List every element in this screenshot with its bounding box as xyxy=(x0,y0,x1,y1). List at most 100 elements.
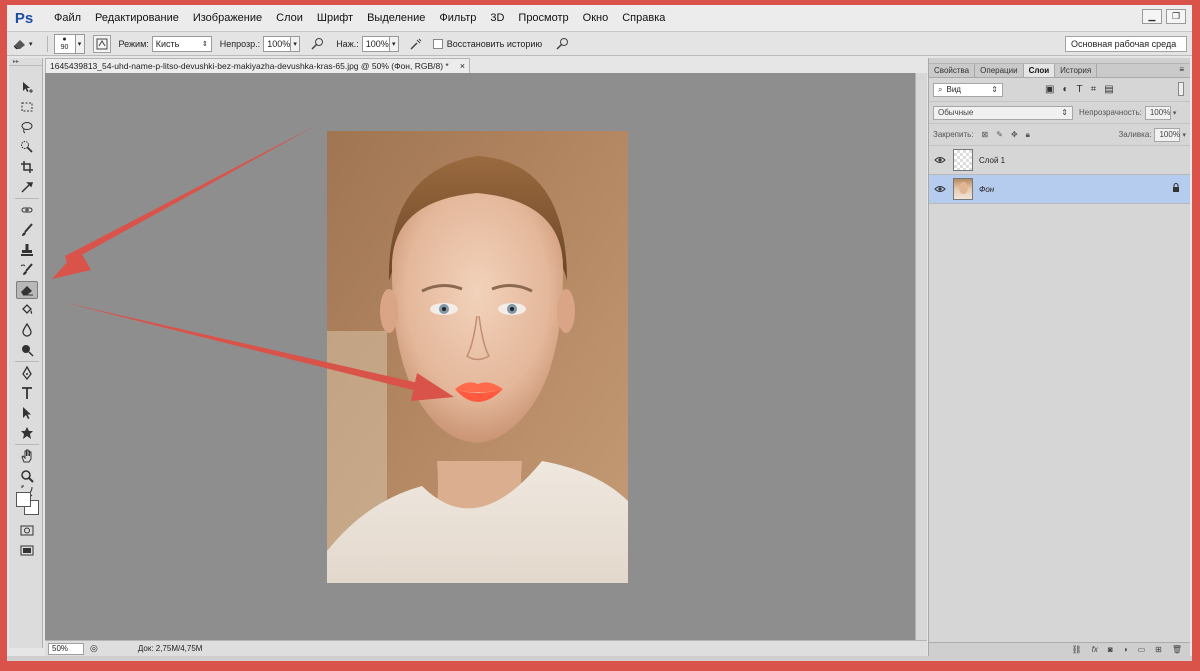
paint-bucket-tool-icon[interactable] xyxy=(16,301,38,319)
tab-properties[interactable]: Свойства xyxy=(929,64,976,77)
restore-button[interactable]: ❐ xyxy=(1166,9,1186,24)
eyedropper-tool-icon[interactable] xyxy=(16,178,38,196)
fx-icon[interactable]: fx xyxy=(1092,645,1098,654)
lock-position-icon[interactable]: ✥ xyxy=(1011,130,1018,139)
menu-edit[interactable]: Редактирование xyxy=(88,5,186,32)
new-layer-icon[interactable]: ⊞ xyxy=(1155,645,1162,654)
workspace-select[interactable]: Основная рабочая среда xyxy=(1065,36,1187,52)
move-tool-icon[interactable] xyxy=(16,78,38,96)
visibility-eye-icon[interactable] xyxy=(931,185,949,193)
chevron-down-icon[interactable]: ▾ xyxy=(389,35,399,52)
layer-thumbnail xyxy=(953,149,973,171)
opacity-label: Непрозр.: xyxy=(219,38,261,49)
airbrush-icon[interactable] xyxy=(407,35,425,53)
menu-select[interactable]: Выделение xyxy=(360,5,432,32)
lock-all-icon[interactable]: 🔒︎ xyxy=(1026,130,1030,140)
foreground-color-swatch[interactable] xyxy=(16,492,31,507)
fill-input[interactable]: 100% xyxy=(1154,127,1181,142)
brush-size-picker[interactable]: ● 90 ▾ xyxy=(53,33,85,54)
panel-menu-icon[interactable]: ≡ xyxy=(1179,65,1184,74)
path-selection-tool-icon[interactable] xyxy=(16,404,38,422)
menu-window[interactable]: Окно xyxy=(576,5,616,32)
pressure-opacity-icon[interactable] xyxy=(308,35,326,53)
opacity-input[interactable]: 100% xyxy=(263,35,292,52)
mode-select[interactable]: Кисть ⇕ xyxy=(151,35,212,52)
hand-tool-icon[interactable] xyxy=(16,447,38,465)
adjustment-filter-icon[interactable]: ◐ xyxy=(1062,84,1068,95)
adjustment-layer-icon[interactable]: ◑ xyxy=(1123,645,1128,654)
tab-layers[interactable]: Слои xyxy=(1023,64,1056,77)
panel-grip[interactable]: ▸▸ xyxy=(9,58,42,66)
chevron-down-icon[interactable]: ▾ xyxy=(1173,109,1177,117)
menu-layers[interactable]: Слои xyxy=(269,5,310,32)
chevron-down-icon[interactable]: ▾ xyxy=(291,35,301,52)
brush-panel-icon[interactable] xyxy=(92,34,111,53)
tab-actions[interactable]: Операции xyxy=(975,64,1024,77)
eraser-tool-icon[interactable] xyxy=(16,281,38,299)
document-image[interactable] xyxy=(327,131,628,583)
brush-tool-icon[interactable] xyxy=(16,221,38,239)
document-tab[interactable]: 1645439813_54-uhd-name-p-litso-devushki-… xyxy=(45,58,470,73)
tab-history[interactable]: История xyxy=(1055,64,1098,77)
layers-panel-footer: ⛓ fx ◙ ◑ ▭ ⊞ 🗑︎ xyxy=(929,642,1190,656)
restore-history-checkbox[interactable] xyxy=(432,38,443,49)
zoom-input[interactable]: 50% xyxy=(48,642,84,655)
trash-icon[interactable]: 🗑︎ xyxy=(1172,645,1182,654)
search-icon: ⌕ xyxy=(938,84,943,94)
blend-mode-select[interactable]: Обычные ⇕ xyxy=(933,105,1073,120)
vertical-scrollbar[interactable] xyxy=(915,73,927,640)
image-filter-icon[interactable]: ▣ xyxy=(1045,84,1054,95)
clone-stamp-tool-icon[interactable] xyxy=(16,241,38,259)
filter-toggle-switch[interactable] xyxy=(1178,82,1184,96)
menu-filter[interactable]: Фильтр xyxy=(432,5,483,32)
smart-object-filter-icon[interactable]: ▤ xyxy=(1104,84,1113,95)
quick-selection-tool-icon[interactable] xyxy=(16,138,38,156)
lock-transparency-icon[interactable]: ⊠ xyxy=(982,130,989,139)
type-filter-icon[interactable]: T xyxy=(1077,84,1083,95)
custom-shape-tool-icon[interactable] xyxy=(16,424,38,442)
history-brush-tool-icon[interactable] xyxy=(16,261,38,279)
chevron-down-icon[interactable]: ▾ xyxy=(75,33,85,54)
updown-icon: ⇕ xyxy=(1061,108,1068,117)
restore-history-option[interactable]: Восстановить историю xyxy=(432,38,545,49)
type-tool-icon[interactable] xyxy=(16,384,38,402)
menu-type[interactable]: Шрифт xyxy=(310,5,360,32)
status-info-icon[interactable]: ◎ xyxy=(90,643,98,654)
link-layers-icon[interactable]: ⛓ xyxy=(1072,645,1082,654)
taskbar-strip xyxy=(7,656,1192,661)
minimize-button[interactable]: ▁ xyxy=(1142,9,1162,24)
divider xyxy=(15,361,39,362)
kind-filter-select[interactable]: ⌕ Вид ⇕ xyxy=(933,82,1003,97)
visibility-eye-icon[interactable] xyxy=(931,156,949,164)
pen-tool-icon[interactable] xyxy=(16,364,38,382)
layer-row-selected[interactable]: Фон xyxy=(929,175,1190,204)
menu-image[interactable]: Изображение xyxy=(186,5,269,32)
blur-tool-icon[interactable] xyxy=(16,321,38,339)
tool-preset-picker[interactable]: ▾ xyxy=(11,35,33,53)
chevron-down-icon[interactable]: ▾ xyxy=(1182,131,1186,139)
add-mask-icon[interactable]: ◙ xyxy=(1108,645,1113,654)
menu-file[interactable]: Файл xyxy=(47,5,88,32)
flow-input[interactable]: 100% xyxy=(361,35,390,52)
shape-filter-icon[interactable]: ⌗ xyxy=(1091,84,1097,95)
layer-opacity-input[interactable]: 100% xyxy=(1144,105,1171,120)
menu-3d[interactable]: 3D xyxy=(483,5,511,32)
dodge-tool-icon[interactable] xyxy=(16,341,38,359)
lock-pixels-icon[interactable]: ✎ xyxy=(996,130,1003,139)
restore-history-label: Восстановить историю xyxy=(446,38,543,49)
divider xyxy=(46,35,48,52)
zoom-tool-icon[interactable] xyxy=(16,467,38,485)
lasso-tool-icon[interactable] xyxy=(16,118,38,136)
healing-brush-tool-icon[interactable] xyxy=(16,201,38,219)
pressure-size-icon[interactable] xyxy=(553,35,571,53)
layer-row[interactable]: Слой 1 xyxy=(929,146,1190,175)
kind-filter-value: Вид xyxy=(946,85,961,94)
new-group-icon[interactable]: ▭ xyxy=(1138,645,1146,654)
crop-tool-icon[interactable] xyxy=(16,158,38,176)
close-icon[interactable]: × xyxy=(460,59,465,73)
menu-help[interactable]: Справка xyxy=(615,5,672,32)
quick-mask-icon[interactable] xyxy=(16,521,38,539)
menu-view[interactable]: Просмотр xyxy=(511,5,575,32)
screen-mode-icon[interactable] xyxy=(16,541,38,559)
marquee-tool-icon[interactable] xyxy=(16,98,38,116)
